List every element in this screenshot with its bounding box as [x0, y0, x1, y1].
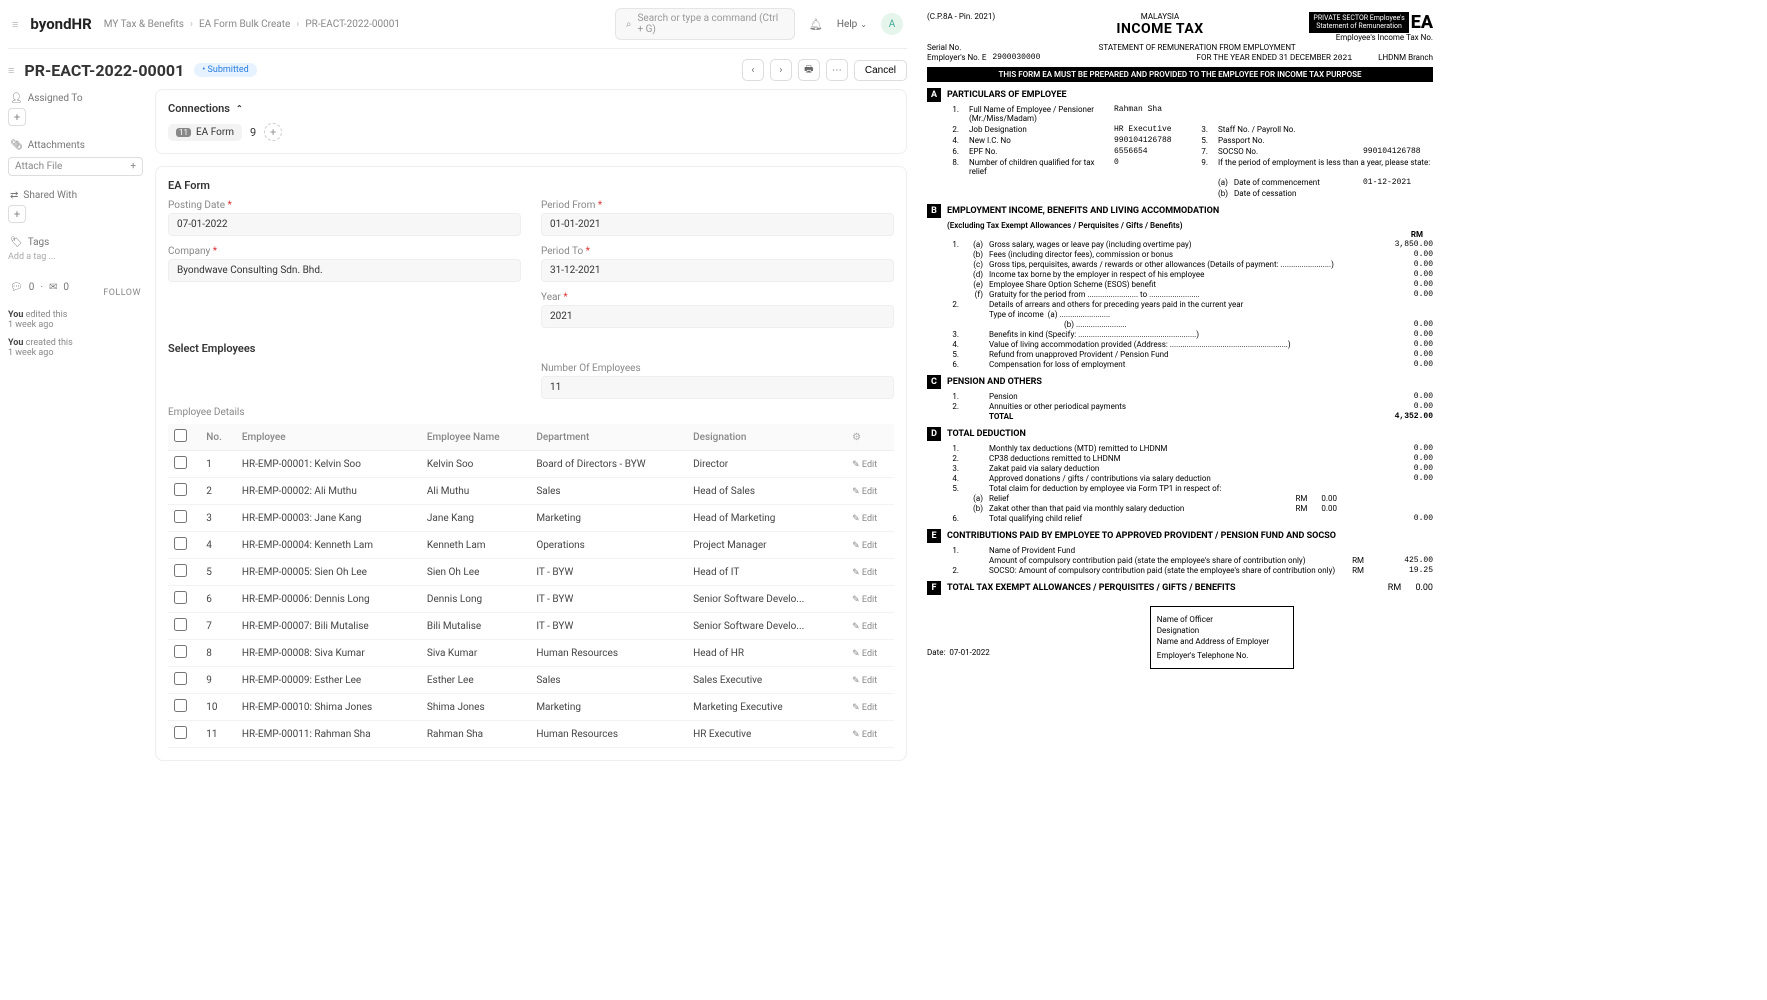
company-field[interactable]: Byondwave Consulting Sdn. Bhd.: [168, 259, 521, 282]
row-checkbox[interactable]: [174, 510, 187, 523]
activity-entry: You created this1 week ago: [8, 338, 143, 358]
breadcrumb: MY Tax & Benefits › EA Form Bulk Create …: [104, 19, 400, 30]
menu-icon[interactable]: ≡: [12, 18, 18, 31]
table-row: 9HR-EMP-00009: Esther LeeEsther LeeSales…: [168, 667, 894, 694]
connection-count: 9: [250, 126, 256, 139]
more-button[interactable]: ⋯: [826, 59, 848, 81]
ea-form-heading: EA Form: [168, 179, 894, 192]
connection-badge: 11: [176, 128, 191, 137]
table-row: 11HR-EMP-00011: Rahman ShaRahman ShaHuma…: [168, 721, 894, 748]
employee-table: No.EmployeeEmployee NameDepartmentDesign…: [168, 424, 894, 748]
attachments-label: Attachments: [28, 140, 85, 151]
edit-row-button[interactable]: ✎ Edit: [852, 541, 877, 551]
avatar[interactable]: A: [881, 13, 903, 35]
edit-row-button[interactable]: ✎ Edit: [852, 514, 877, 524]
row-checkbox[interactable]: [174, 618, 187, 631]
table-row: 1HR-EMP-00001: Kelvin SooKelvin SooBoard…: [168, 451, 894, 478]
chevron-up-icon: ⌃: [236, 104, 243, 113]
breadcrumb-3[interactable]: PR-EACT-2022-00001: [305, 19, 400, 30]
breadcrumb-1[interactable]: MY Tax & Benefits: [104, 19, 184, 30]
attach-file-input[interactable]: Attach File+: [8, 157, 143, 176]
prev-button[interactable]: ‹: [742, 59, 764, 81]
page-title: PR-EACT-2022-00001: [24, 61, 184, 80]
edit-row-button[interactable]: ✎ Edit: [852, 622, 877, 632]
add-share-button[interactable]: +: [8, 205, 26, 223]
num-employees-field: 11: [541, 376, 894, 399]
row-checkbox[interactable]: [174, 645, 187, 658]
add-tag-input[interactable]: Add a tag ...: [8, 252, 143, 262]
employee-details-label: Employee Details: [168, 407, 894, 418]
table-row: 10HR-EMP-00010: Shima JonesShima JonesMa…: [168, 694, 894, 721]
tags-label: Tags: [28, 237, 50, 248]
follow-button[interactable]: FOLLOW: [103, 288, 141, 298]
activity-entry: You edited this1 week ago: [8, 310, 143, 330]
clip-icon: 📎︎: [10, 140, 23, 151]
edit-row-button[interactable]: ✎ Edit: [852, 730, 877, 740]
period-to-field[interactable]: 31-12-2021: [541, 259, 894, 282]
table-row: 2HR-EMP-00002: Ali MuthuAli MuthuSalesHe…: [168, 478, 894, 505]
help-link[interactable]: Help ⌄: [837, 19, 867, 30]
share-icon: ⇄: [10, 190, 18, 201]
search-icon: ⌕: [626, 19, 632, 30]
row-checkbox[interactable]: [174, 537, 187, 550]
year-field[interactable]: 2021: [541, 305, 894, 328]
table-row: 6HR-EMP-00006: Dennis LongDennis LongIT …: [168, 586, 894, 613]
row-checkbox[interactable]: [174, 699, 187, 712]
row-checkbox[interactable]: [174, 672, 187, 685]
comment-icon: 💬︎: [10, 282, 23, 293]
brand: byondHR: [30, 15, 91, 33]
edit-row-button[interactable]: ✎ Edit: [852, 703, 877, 713]
pdf-preview: (C.P.8A - Pin. 2021) MALAYSIA INCOME TAX…: [915, 0, 1445, 773]
connection-tab-ea-form[interactable]: 11 EA Form: [168, 124, 242, 141]
row-checkbox[interactable]: [174, 483, 187, 496]
menu-icon[interactable]: ≡: [8, 64, 14, 77]
row-checkbox[interactable]: [174, 591, 187, 604]
bell-icon[interactable]: 🔔︎: [809, 18, 823, 31]
table-row: 7HR-EMP-00007: Bili MutaliseBili Mutalis…: [168, 613, 894, 640]
edit-row-button[interactable]: ✎ Edit: [852, 676, 877, 686]
add-assignee-button[interactable]: +: [8, 108, 26, 126]
connections-header[interactable]: Connections⌃: [168, 102, 894, 115]
row-checkbox[interactable]: [174, 564, 187, 577]
edit-row-button[interactable]: ✎ Edit: [852, 487, 877, 497]
edit-row-button[interactable]: ✎ Edit: [852, 595, 877, 605]
table-row: 5HR-EMP-00005: Sien Oh LeeSien Oh LeeIT …: [168, 559, 894, 586]
mail-icon: ✉︎: [49, 282, 57, 293]
period-from-field[interactable]: 01-01-2021: [541, 213, 894, 236]
status-badge: • Submitted: [194, 63, 256, 77]
gear-icon[interactable]: ⚙︎: [852, 432, 861, 443]
next-button[interactable]: ›: [770, 59, 792, 81]
select-employees-heading: Select Employees: [168, 342, 894, 355]
row-checkbox[interactable]: [174, 456, 187, 469]
row-checkbox[interactable]: [174, 726, 187, 739]
tag-icon: 🏷︎: [10, 237, 23, 248]
signature-box: Name of Officer Designation Name and Add…: [1150, 606, 1294, 669]
table-row: 4HR-EMP-00004: Kenneth LamKenneth LamOpe…: [168, 532, 894, 559]
search-input[interactable]: ⌕ Search or type a command (Ctrl + G): [615, 8, 795, 40]
table-row: 8HR-EMP-00008: Siva KumarSiva KumarHuman…: [168, 640, 894, 667]
cancel-button[interactable]: Cancel: [854, 60, 907, 81]
shared-label: Shared With: [23, 190, 77, 201]
table-row: 3HR-EMP-00003: Jane KangJane KangMarketi…: [168, 505, 894, 532]
edit-row-button[interactable]: ✎ Edit: [852, 460, 877, 470]
edit-row-button[interactable]: ✎ Edit: [852, 649, 877, 659]
print-icon[interactable]: 🖶︎: [798, 59, 820, 81]
person-icon: 👤︎: [10, 93, 23, 104]
add-connection-button[interactable]: +: [264, 123, 282, 141]
edit-row-button[interactable]: ✎ Edit: [852, 568, 877, 578]
assigned-label: Assigned To: [28, 93, 83, 104]
breadcrumb-2[interactable]: EA Form Bulk Create: [199, 19, 290, 30]
select-all-checkbox[interactable]: [174, 429, 187, 442]
posting-date-field[interactable]: 07-01-2022: [168, 213, 521, 236]
